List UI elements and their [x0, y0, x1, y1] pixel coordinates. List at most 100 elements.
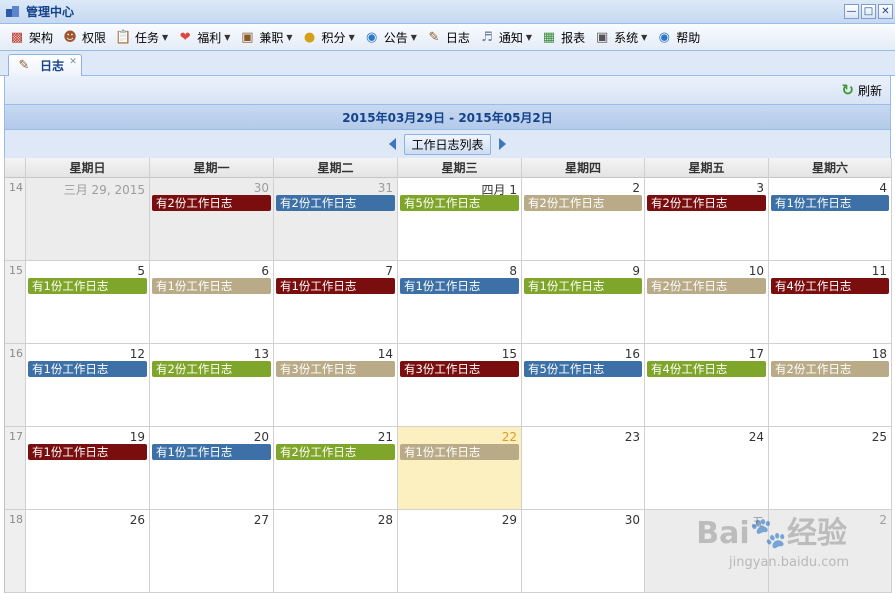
day-cell[interactable]: 20 有1份工作日志 [150, 427, 274, 510]
day-cell[interactable]: 27 [150, 510, 274, 593]
day-cell[interactable]: 5 有1份工作日志 [26, 261, 150, 344]
day-cell[interactable]: 31 有2份工作日志 [274, 178, 398, 261]
day-cell[interactable]: 25 [769, 427, 892, 510]
menu-item-4[interactable]: ▣ 兼职 ▼ [236, 26, 298, 48]
day-cell[interactable]: 9 有1份工作日志 [522, 261, 645, 344]
day-number: 17 [748, 347, 764, 361]
day-cell[interactable]: 3 有2份工作日志 [645, 178, 769, 261]
menu-item-11[interactable]: ◉ 帮助 [653, 26, 706, 48]
day-cell[interactable]: 三月 29, 2015 [26, 178, 150, 261]
next-arrow-icon[interactable] [498, 138, 506, 150]
day-cell[interactable]: 14 有3份工作日志 [274, 344, 398, 427]
day-number: 三月 29, 2015 [63, 183, 145, 197]
work-log-event[interactable]: 有1份工作日志 [524, 278, 642, 294]
day-number: 3 [756, 181, 764, 195]
day-cell[interactable]: 15 有3份工作日志 [398, 344, 522, 427]
day-number: 10 [748, 264, 764, 278]
work-log-event[interactable]: 有3份工作日志 [276, 361, 395, 377]
day-cell[interactable]: 24 [645, 427, 769, 510]
work-log-event[interactable]: 有5份工作日志 [524, 361, 642, 377]
work-log-event[interactable]: 有2份工作日志 [647, 195, 766, 211]
close-icon[interactable]: ✕ [878, 4, 893, 19]
menu-item-label: 福利 [197, 30, 222, 45]
day-cell[interactable]: 11 有4份工作日志 [769, 261, 892, 344]
work-log-event[interactable]: 有2份工作日志 [524, 195, 642, 211]
tab-log[interactable]: ✎ 日志 ✕ [8, 54, 82, 76]
day-cell[interactable]: 29 [398, 510, 522, 593]
work-log-event[interactable]: 有1份工作日志 [28, 278, 147, 294]
day-number: 6 [261, 264, 269, 278]
day-cell[interactable]: 16 有5份工作日志 [522, 344, 645, 427]
help-bubble-icon: ◉ [658, 29, 670, 45]
work-log-event[interactable]: 有5份工作日志 [400, 195, 519, 211]
menu-item-0[interactable]: ▩ 架构 [6, 26, 59, 48]
work-log-event[interactable]: 有1份工作日志 [28, 444, 147, 460]
day-number: 13 [253, 347, 269, 361]
day-cell[interactable]: 30 [522, 510, 645, 593]
day-cell[interactable]: 四月 1 有5份工作日志 [398, 178, 522, 261]
work-log-event[interactable]: 有3份工作日志 [400, 361, 519, 377]
menu-item-label: 通知 [498, 30, 523, 45]
maximize-icon[interactable]: □ [861, 4, 876, 19]
work-log-event[interactable]: 有4份工作日志 [771, 278, 889, 294]
work-log-event[interactable]: 有1份工作日志 [400, 278, 519, 294]
work-log-event[interactable]: 有1份工作日志 [276, 278, 395, 294]
day-cell[interactable]: 2 有2份工作日志 [522, 178, 645, 261]
day-cell[interactable]: 28 [274, 510, 398, 593]
work-log-event[interactable]: 有1份工作日志 [152, 278, 271, 294]
week-number: 18 [5, 510, 26, 593]
day-cell[interactable]: 18 有2份工作日志 [769, 344, 892, 427]
work-log-event[interactable]: 有2份工作日志 [152, 195, 271, 211]
day-number: 4 [879, 181, 887, 195]
weekday-header: 星期六 [769, 158, 892, 178]
work-log-event[interactable]: 有1份工作日志 [400, 444, 519, 460]
refresh-button[interactable]: ↻ 刷新 [841, 81, 882, 99]
day-cell[interactable]: 19 有1份工作日志 [26, 427, 150, 510]
menu-item-10[interactable]: ▣ 系统 ▼ [591, 26, 653, 48]
day-cell[interactable]: 7 有1份工作日志 [274, 261, 398, 344]
menu-item-2[interactable]: 📋 任务 ▼ [112, 26, 174, 48]
day-cell[interactable]: 10 有2份工作日志 [645, 261, 769, 344]
work-log-event[interactable]: 有2份工作日志 [771, 361, 889, 377]
day-cell[interactable]: 26 [26, 510, 150, 593]
menu-item-1[interactable]: ☻ 权限 [59, 26, 112, 48]
menu-item-7[interactable]: ✎ 日志 [423, 26, 476, 48]
day-cell[interactable]: 21 有2份工作日志 [274, 427, 398, 510]
menu-item-label: 公告 [383, 30, 408, 45]
day-number: 22 [501, 430, 517, 444]
weekday-header: 星期五 [645, 158, 769, 178]
work-log-event[interactable]: 有2份工作日志 [276, 444, 395, 460]
work-log-event[interactable]: 有2份工作日志 [152, 361, 271, 377]
tab-close-icon[interactable]: ✕ [68, 57, 78, 67]
day-cell[interactable]: 23 [522, 427, 645, 510]
work-log-event[interactable]: 有1份工作日志 [771, 195, 889, 211]
day-cell[interactable]: 4 有1份工作日志 [769, 178, 892, 261]
dropdown-caret-icon: ▼ [525, 32, 533, 42]
menu-item-9[interactable]: ▦ 报表 [538, 26, 591, 48]
menu-item-8[interactable]: ♬ 通知 ▼ [476, 26, 538, 48]
work-log-event[interactable]: 有2份工作日志 [276, 195, 395, 211]
week-row: 16 12 有1份工作日志 13 有2份工作日志 14 有3份工作日志 15 有3份工作日志 16… [5, 344, 892, 427]
day-cell-today[interactable]: 22 有1份工作日志 [398, 427, 522, 510]
menu-item-3[interactable]: ❤ 福利 ▼ [174, 26, 236, 48]
day-number: 8 [509, 264, 517, 278]
day-cell[interactable]: 30 有2份工作日志 [150, 178, 274, 261]
prev-arrow-icon[interactable] [389, 138, 397, 150]
info-bubble-icon: ◉ [366, 29, 378, 45]
weekday-header: 星期日 [26, 158, 150, 178]
date-range-title: 2015年03月29日 - 2015年05月2日 [342, 110, 553, 125]
menu-item-5[interactable]: ● 积分 ▼ [299, 26, 361, 48]
day-cell[interactable]: 17 有4份工作日志 [645, 344, 769, 427]
work-log-event[interactable]: 有1份工作日志 [152, 444, 271, 460]
heart-icon: ❤ [179, 29, 191, 45]
day-cell[interactable]: 12 有1份工作日志 [26, 344, 150, 427]
work-log-event[interactable]: 有1份工作日志 [28, 361, 147, 377]
day-cell[interactable]: 8 有1份工作日志 [398, 261, 522, 344]
work-log-list-button[interactable]: 工作日志列表 [404, 133, 491, 155]
menu-item-6[interactable]: ◉ 公告 ▼ [361, 26, 423, 48]
work-log-event[interactable]: 有2份工作日志 [647, 278, 766, 294]
day-cell[interactable]: 13 有2份工作日志 [150, 344, 274, 427]
day-cell[interactable]: 6 有1份工作日志 [150, 261, 274, 344]
minimize-icon[interactable]: — [844, 4, 859, 19]
work-log-event[interactable]: 有4份工作日志 [647, 361, 766, 377]
